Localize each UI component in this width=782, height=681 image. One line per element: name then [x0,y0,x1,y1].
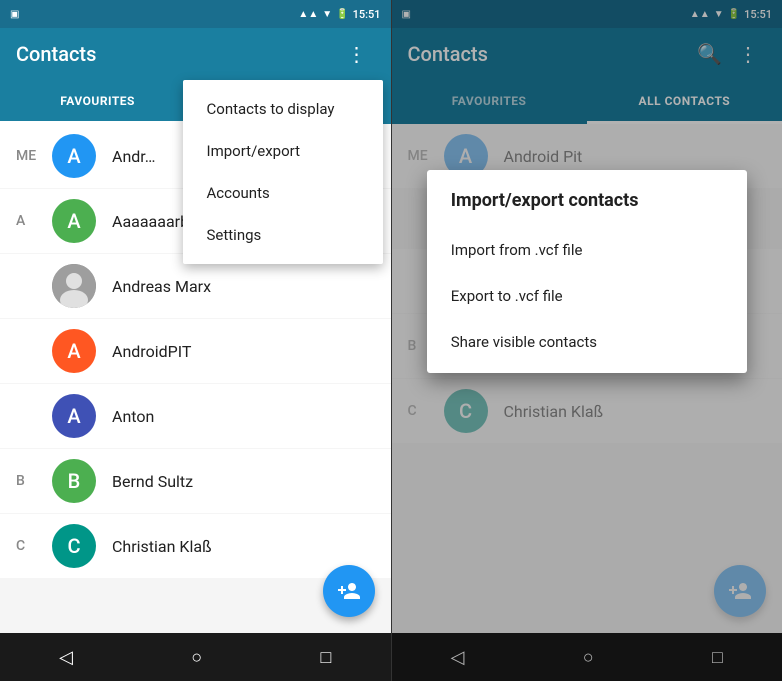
app-title-left: Contacts [16,42,339,66]
section-c-left: C [16,538,44,554]
add-person-icon-left [337,579,361,603]
avatar-androidpit-left: A [52,329,96,373]
status-bar-left: ▣ ▲▲ ▼ 🔋 15:51 [0,0,391,28]
contact-name-me-left: Andr… [112,147,155,166]
dialog-item-export[interactable]: Export to .vcf file [427,273,747,319]
status-bar-left-icons: ▣ [10,9,19,20]
avatar-andreas-left [52,264,96,308]
section-me-left: ME [16,148,44,164]
dropdown-item-import-export[interactable]: Import/export [183,130,383,172]
signal-icon: ▲▲ [298,9,318,20]
dropdown-item-contacts-to-display[interactable]: Contacts to display [183,88,383,130]
avatar-bernd-left: B [52,459,96,503]
dropdown-item-settings[interactable]: Settings [183,214,383,256]
battery-icon: 🔋 [336,9,348,20]
app-bar-left: Contacts ⋮ [0,28,391,80]
left-phone: ▣ ▲▲ ▼ 🔋 15:51 Contacts ⋮ FAVOURITES ALL… [0,0,391,681]
more-icon-left[interactable]: ⋮ [339,34,375,74]
dialog-overlay-right: Import/export contacts Import from .vcf … [392,0,782,681]
contact-name-androidpit-left: AndroidPIT [112,342,191,361]
contact-name-bernd-left: Bernd Sultz [112,472,193,491]
dialog-item-share[interactable]: Share visible contacts [427,319,747,365]
back-button-left[interactable]: ◁ [39,639,93,676]
right-phone: ▣ ▲▲ ▼ 🔋 15:51 Contacts 🔍 ⋮ FAVOURITES A… [392,0,782,681]
avatar-aaaa-left: A [52,199,96,243]
contact-name-christian-left: Christian Klaß [112,537,212,556]
wifi-icon: ▼ [322,9,332,20]
sim-icon: ▣ [10,9,19,20]
contact-row-androidpit-left[interactable]: A AndroidPIT [0,319,391,383]
tab-favourites-left[interactable]: FAVOURITES [0,80,195,124]
contact-row-anton-left[interactable]: A Anton [0,384,391,448]
dropdown-menu-left: Contacts to display Import/export Accoun… [183,80,383,264]
avatar-me-left: A [52,134,96,178]
avatar-christian-left: C [52,524,96,568]
status-bar-right-icons: ▲▲ ▼ 🔋 15:51 [298,8,380,21]
contact-name-anton-left: Anton [112,407,154,426]
time-display: 15:51 [353,8,381,21]
photo-andreas-left [52,264,96,308]
contact-name-andreas-left: Andreas Marx [112,277,211,296]
contact-row-christian-left[interactable]: C C Christian Klaß [0,514,391,578]
home-button-left[interactable]: ○ [171,639,222,676]
contact-row-bernd-left[interactable]: B B Bernd Sultz [0,449,391,513]
photo-svg-left [52,264,96,308]
fab-left[interactable] [323,565,375,617]
dialog-title: Import/export contacts [427,190,747,227]
avatar-anton-left: A [52,394,96,438]
nav-bar-left: ◁ ○ □ [0,633,391,681]
dialog-item-import[interactable]: Import from .vcf file [427,227,747,273]
section-a-left: A [16,213,44,229]
dropdown-item-accounts[interactable]: Accounts [183,172,383,214]
section-b-left: B [16,473,44,489]
recent-button-left[interactable]: □ [300,639,351,676]
import-export-dialog: Import/export contacts Import from .vcf … [427,170,747,373]
